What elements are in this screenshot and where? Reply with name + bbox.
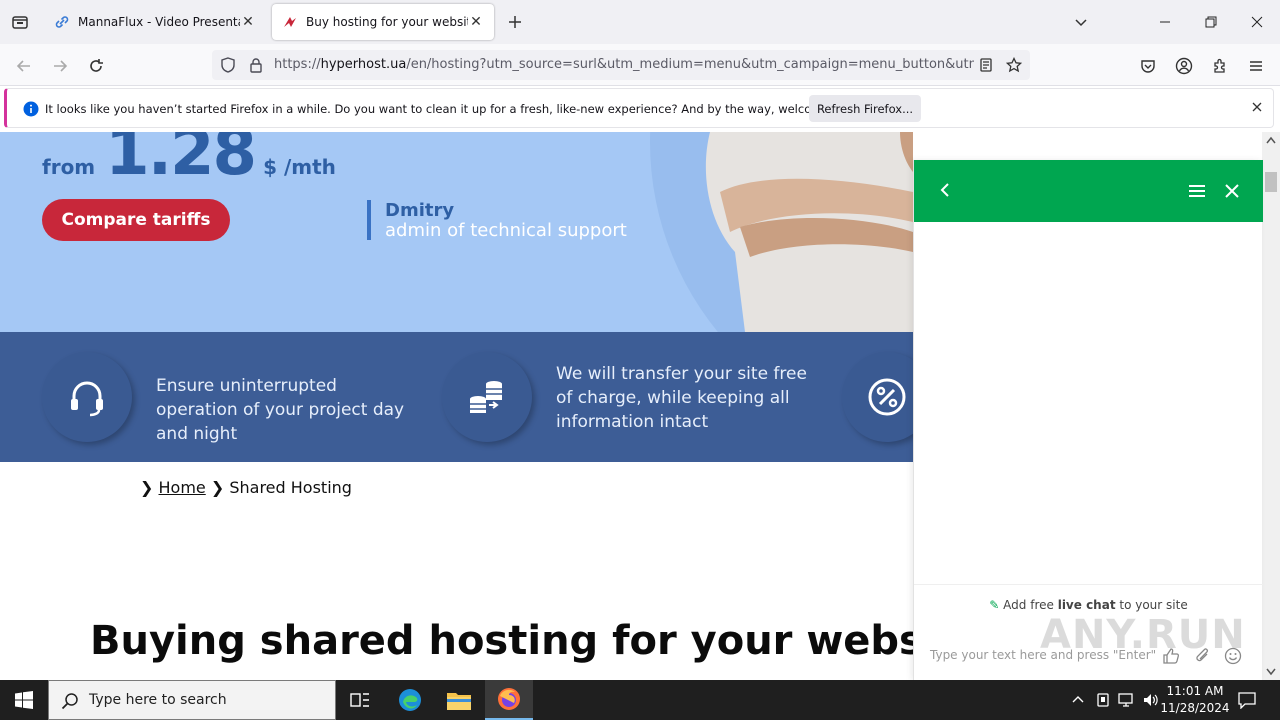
- feature-text: Ensure uninterrupted operation of your p…: [156, 376, 405, 444]
- link-favicon-icon: [55, 16, 69, 28]
- navigation-toolbar: https://hyperhost.ua/en/hosting?utm_sour…: [0, 44, 1280, 86]
- account-icon[interactable]: [1171, 53, 1197, 79]
- network-icon[interactable]: [1118, 692, 1136, 708]
- chat-menu-icon[interactable]: [1188, 183, 1206, 199]
- close-notification-icon[interactable]: [1251, 101, 1263, 113]
- system-clock[interactable]: 11:01 AM 11/28/2024: [1160, 683, 1230, 717]
- scroll-down-icon[interactable]: [1266, 668, 1276, 676]
- reader-view-icon[interactable]: [978, 57, 994, 73]
- compare-tariffs-button[interactable]: Compare tariffs: [42, 199, 230, 241]
- breadcrumb-home-link[interactable]: Home: [159, 478, 206, 497]
- chat-header: [914, 160, 1263, 222]
- refresh-firefox-button[interactable]: Refresh Firefox...: [809, 95, 921, 122]
- quote-role: admin of technical support: [385, 220, 627, 241]
- chat-close-icon[interactable]: [1224, 183, 1240, 199]
- close-tab-icon[interactable]: ✕: [468, 14, 484, 30]
- features-strip: Ensure uninterrupted operation of your p…: [0, 332, 932, 462]
- quote-name: Dmitry: [385, 200, 455, 221]
- firefox-taskbar-icon[interactable]: [485, 680, 533, 720]
- tab-title: MannaFlux - Video Presentation: [78, 15, 240, 29]
- lock-icon[interactable]: [248, 57, 264, 73]
- chevron-up-icon[interactable]: [1070, 692, 1086, 708]
- url-bar[interactable]: https://hyperhost.ua/en/hosting?utm_sour…: [212, 50, 1030, 80]
- forward-icon[interactable]: [47, 53, 73, 79]
- chat-back-icon[interactable]: [938, 182, 952, 198]
- bookmark-star-icon[interactable]: [1006, 57, 1022, 73]
- restore-icon[interactable]: [1188, 0, 1234, 44]
- search-icon: [61, 692, 79, 710]
- notifications-icon[interactable]: [1238, 691, 1256, 709]
- close-tab-icon[interactable]: ✕: [240, 14, 256, 30]
- url-text[interactable]: https://hyperhost.ua/en/hosting?utm_sour…: [274, 57, 974, 72]
- headset-icon: [42, 352, 132, 442]
- attachment-icon[interactable]: [1194, 647, 1212, 665]
- breadcrumb: ❯ Home ❯ Shared Hosting: [140, 478, 352, 497]
- scroll-up-icon[interactable]: [1266, 136, 1276, 144]
- edge-icon[interactable]: [386, 680, 434, 720]
- database-transfer-icon: [442, 352, 532, 442]
- emoji-icon[interactable]: [1224, 647, 1242, 665]
- price-unit: $ /mth: [263, 155, 336, 179]
- breadcrumb-chevron-icon: ❯: [140, 478, 154, 497]
- chat-promo-link[interactable]: ✎ Add free live chat to your site: [914, 598, 1263, 612]
- taskbar-search-box[interactable]: Type here to search: [48, 680, 336, 720]
- hero-banner: from 1.28 $ /mth Compare tariffs Dmitry ad…: [0, 132, 913, 332]
- live-chat-widget: ✎ Add free live chat to your site ANY.RU…: [913, 160, 1263, 680]
- back-icon[interactable]: [11, 53, 37, 79]
- breadcrumb-chevron-icon: ❯: [210, 478, 225, 497]
- scroll-thumb[interactable]: [1265, 172, 1277, 192]
- chat-brand-icon: ✎: [989, 598, 1000, 612]
- search-placeholder: Type here to search: [89, 692, 227, 708]
- price-value: 1.28: [105, 132, 257, 190]
- feature-text: We will transfer your site free of charg…: [556, 364, 807, 432]
- tracking-protection-icon[interactable]: [220, 57, 236, 73]
- tab-mannaflux[interactable]: MannaFlux - Video Presentation ✕: [44, 4, 266, 40]
- tab-hyperhost[interactable]: Buy hosting for your website. R ✕: [272, 4, 494, 40]
- clock-date: 11/28/2024: [1160, 701, 1230, 715]
- page-scrollbar[interactable]: [1262, 132, 1280, 680]
- device-icon[interactable]: [1095, 692, 1111, 708]
- pocket-icon[interactable]: [1135, 53, 1161, 79]
- person-photo: [705, 132, 913, 332]
- info-icon: [23, 101, 39, 117]
- file-explorer-icon[interactable]: [435, 680, 483, 720]
- volume-icon[interactable]: [1142, 692, 1160, 708]
- hyperhost-favicon-icon: [284, 17, 296, 27]
- thumbs-up-icon[interactable]: [1162, 647, 1180, 665]
- tab-strip: MannaFlux - Video Presentation ✕ Buy hos…: [0, 0, 1280, 44]
- list-all-tabs-icon[interactable]: [1068, 9, 1094, 35]
- tab-title: Buy hosting for your website. R: [306, 15, 468, 29]
- windows-taskbar: Type here to search 11:01 AM 11/28/2024: [0, 680, 1280, 720]
- quote-divider: [367, 200, 371, 240]
- breadcrumb-current: Shared Hosting: [229, 478, 352, 497]
- notification-message: It looks like you haven’t started Firefo…: [45, 102, 866, 116]
- minimize-icon[interactable]: [1142, 0, 1188, 44]
- chat-message-input[interactable]: Type your text here and press "Enter": [930, 648, 1156, 662]
- price-display: from 1.28 $ /mth: [42, 132, 336, 190]
- clock-time: 11:01 AM: [1166, 684, 1224, 698]
- reload-icon[interactable]: [83, 53, 109, 79]
- new-tab-icon[interactable]: [502, 9, 528, 35]
- firefox-refresh-notification: It looks like you haven’t started Firefo…: [4, 88, 1274, 128]
- tab-overview-icon[interactable]: [7, 9, 33, 35]
- start-windows-icon[interactable]: [0, 680, 48, 720]
- menu-hamburger-icon[interactable]: [1243, 53, 1269, 79]
- task-view-icon[interactable]: [336, 680, 384, 720]
- price-from-label: from: [42, 155, 96, 179]
- chat-divider: [914, 584, 1263, 585]
- extensions-icon[interactable]: [1207, 53, 1233, 79]
- close-window-icon[interactable]: [1234, 0, 1280, 44]
